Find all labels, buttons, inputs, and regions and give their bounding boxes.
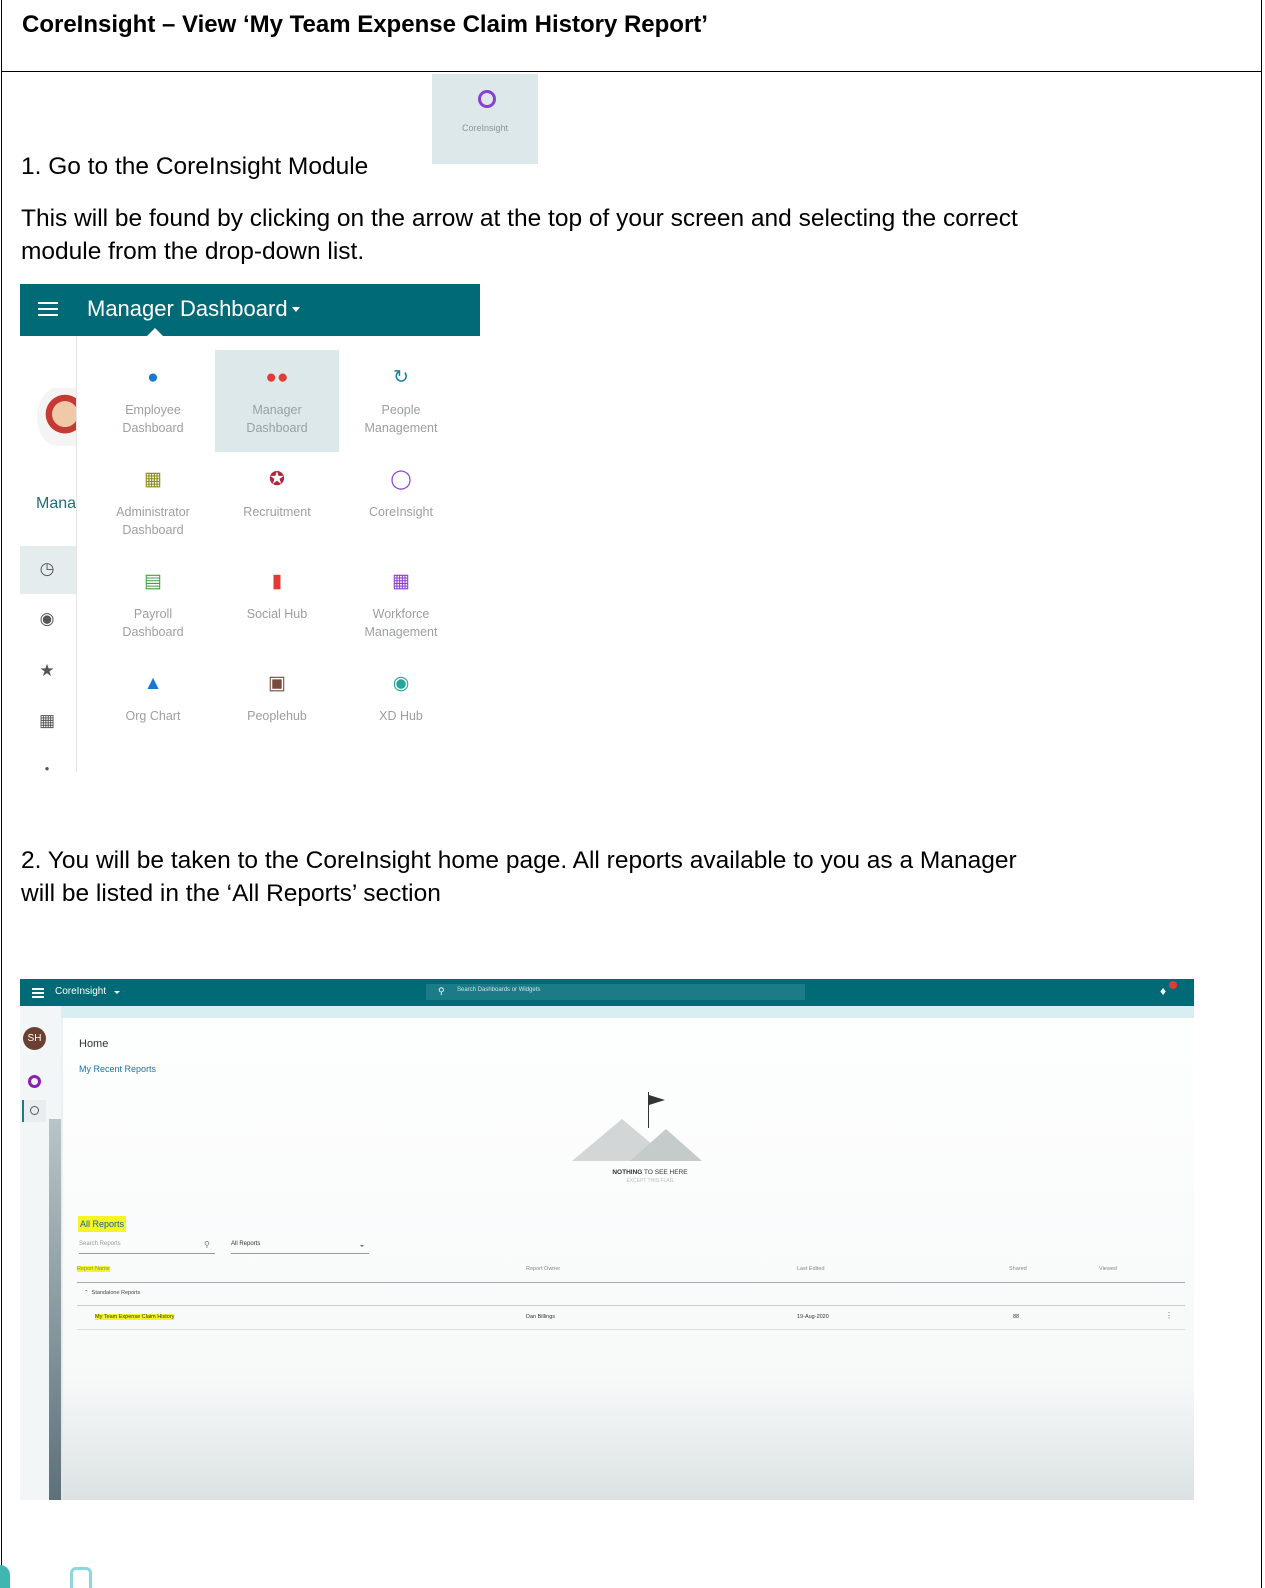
avatar[interactable]: SH xyxy=(23,1027,46,1050)
calendar-icon[interactable]: ▦ xyxy=(38,712,56,730)
row-divider xyxy=(77,1329,1185,1330)
star-icon[interactable]: ★ xyxy=(38,662,56,680)
chevron-down-icon[interactable] xyxy=(292,307,300,312)
header-title[interactable]: Manager Dashboard xyxy=(87,296,288,322)
column-header-shared[interactable]: Shared xyxy=(1009,1266,1027,1272)
search-input[interactable]: ⚲ Search Dashboards or Widgets xyxy=(426,984,805,1000)
calendar-icon: ▦ xyxy=(392,571,410,592)
step-1-text: 1. Go to the CoreInsight Module xyxy=(21,153,369,180)
background-image xyxy=(63,1379,1194,1500)
step-1-detail-line2: module from the drop-down list. xyxy=(21,238,365,265)
flag-icon xyxy=(649,1095,665,1105)
bell-icon[interactable]: ♦ xyxy=(1160,984,1166,998)
rail-item-selected[interactable] xyxy=(22,1100,46,1122)
coreinsight-module-tile: CoreInsight xyxy=(432,74,538,164)
menu-icon[interactable] xyxy=(32,988,44,1000)
avatar xyxy=(37,388,77,446)
search-refresh-icon: ↻ xyxy=(393,367,409,388)
column-header-viewed[interactable]: Viewed xyxy=(1099,1266,1117,1272)
module-dropdown: ● Employee Dashboard ●● Manager Dashboard … xyxy=(76,336,480,772)
step-2-line2: will be listed in the ‘All Reports’ sect… xyxy=(21,880,441,907)
empty-state-title: NOTHING TO SEE HERE xyxy=(612,1169,688,1176)
more-options-icon[interactable]: ⋮ xyxy=(1165,1311,1173,1320)
table-header-divider xyxy=(77,1282,1185,1283)
eye-icon[interactable]: ◉ xyxy=(38,610,56,628)
gauge-icon[interactable]: ◷ xyxy=(38,560,56,578)
menu-item-coreinsight[interactable]: ◯ CoreInsight xyxy=(339,452,463,554)
search-reports-input[interactable]: Search Reports xyxy=(79,1241,215,1254)
column-header-report-owner[interactable]: Report Owner xyxy=(526,1266,560,1272)
ring-icon: ◯ xyxy=(390,469,412,490)
left-partial-label: Mana xyxy=(36,495,77,512)
tile-label: CoreInsight xyxy=(461,123,509,133)
circle-icon xyxy=(30,1106,39,1115)
search-placeholder: Search Dashboards or Widgets xyxy=(457,987,541,993)
menu-item-manager-dashboard[interactable]: ●● Manager Dashboard xyxy=(215,350,339,452)
empty-state-subtitle: EXCEPT THIS FLAG xyxy=(626,1178,674,1184)
search-icon[interactable]: ⚲ xyxy=(204,1240,210,1249)
people-icon: ●● xyxy=(265,367,289,388)
chevron-down-icon[interactable] xyxy=(360,1245,364,1247)
column-header-last-edited[interactable]: Last Edited xyxy=(797,1266,825,1272)
coreinsight-home-screenshot: CoreInsight ⚲ Search Dashboards or Widge… xyxy=(20,979,1194,1500)
ring-icon xyxy=(478,90,496,108)
org-chart-icon: ▲ xyxy=(143,673,163,694)
menu-item-org-chart[interactable]: ▲ Org Chart xyxy=(91,656,215,758)
menu-item-peoplehub[interactable]: ▣ Peoplehub xyxy=(215,656,339,758)
module-menu-screenshot: Manager Dashboard Mana ◷ ◉ ★ ▦ ● ● Emplo… xyxy=(20,284,480,772)
menu-item-social-hub[interactable]: ▮ Social Hub xyxy=(215,554,339,656)
card-icon: ▤ xyxy=(144,571,162,592)
menu-icon[interactable] xyxy=(38,302,58,320)
notification-badge xyxy=(1169,981,1177,989)
chat-icon: ▮ xyxy=(271,571,283,592)
group-row-standalone-reports[interactable]: ⌃ Standalone Reports xyxy=(84,1290,140,1296)
title-row: CoreInsight – View ‘My Team Expense Clai… xyxy=(1,0,1262,72)
rail-background xyxy=(49,1119,61,1500)
menu-item-recruitment[interactable]: ✪ Recruitment xyxy=(215,452,339,554)
document-title: CoreInsight – View ‘My Team Expense Clai… xyxy=(22,11,708,38)
chevron-down-icon[interactable] xyxy=(114,991,120,994)
all-reports-heading: All Reports xyxy=(78,1216,127,1232)
menu-item-payroll-dashboard[interactable]: ▤ Payroll Dashboard xyxy=(91,554,215,656)
report-filter-select[interactable]: All Reports xyxy=(231,1241,369,1254)
dashboard-icon: ▦ xyxy=(144,469,162,490)
app-header: CoreInsight ⚲ Search Dashboards or Widge… xyxy=(20,979,1194,1006)
table-row-report-name[interactable]: My Team Expense Claim History xyxy=(95,1314,175,1320)
step-1-detail-line1: This will be found by clicking on the ar… xyxy=(21,205,1018,232)
mountain-illustration-small xyxy=(630,1129,702,1161)
table-row-last-edited: 19-Aug-2020 xyxy=(797,1314,829,1320)
app-title[interactable]: CoreInsight xyxy=(55,986,106,997)
header-strip xyxy=(20,1006,1194,1018)
footer-decoration-outline xyxy=(70,1567,92,1588)
menu-item-workforce-management[interactable]: ▦ Workforce Management xyxy=(339,554,463,656)
menu-item-employee-dashboard[interactable]: ● Employee Dashboard xyxy=(91,350,215,452)
dot-icon: ● xyxy=(44,764,50,772)
menu-item-xd-hub[interactable]: ◉ XD Hub xyxy=(339,656,463,758)
group-divider xyxy=(77,1305,1185,1306)
search-icon: ⚲ xyxy=(438,986,445,996)
ring-icon[interactable] xyxy=(28,1075,41,1088)
globe-icon: ◉ xyxy=(392,673,410,694)
star-badge-icon: ✪ xyxy=(269,469,285,490)
table-row-report-owner: Dan Billings xyxy=(526,1314,556,1320)
recent-reports-link[interactable]: My Recent Reports xyxy=(79,1064,156,1074)
app-header: Manager Dashboard xyxy=(20,284,480,336)
column-header-report-name[interactable]: Report Name xyxy=(77,1266,110,1272)
person-board-icon: ▣ xyxy=(268,673,286,694)
step-2-line1: 2. You will be taken to the CoreInsight … xyxy=(21,847,1017,874)
menu-item-administrator-dashboard[interactable]: ▦ Administrator Dashboard xyxy=(91,452,215,554)
page-title: Home xyxy=(79,1038,109,1050)
person-icon: ● xyxy=(147,367,159,388)
table-row-shared: 88 xyxy=(1013,1314,1020,1320)
menu-item-people-management[interactable]: ↻ People Management xyxy=(339,350,463,452)
